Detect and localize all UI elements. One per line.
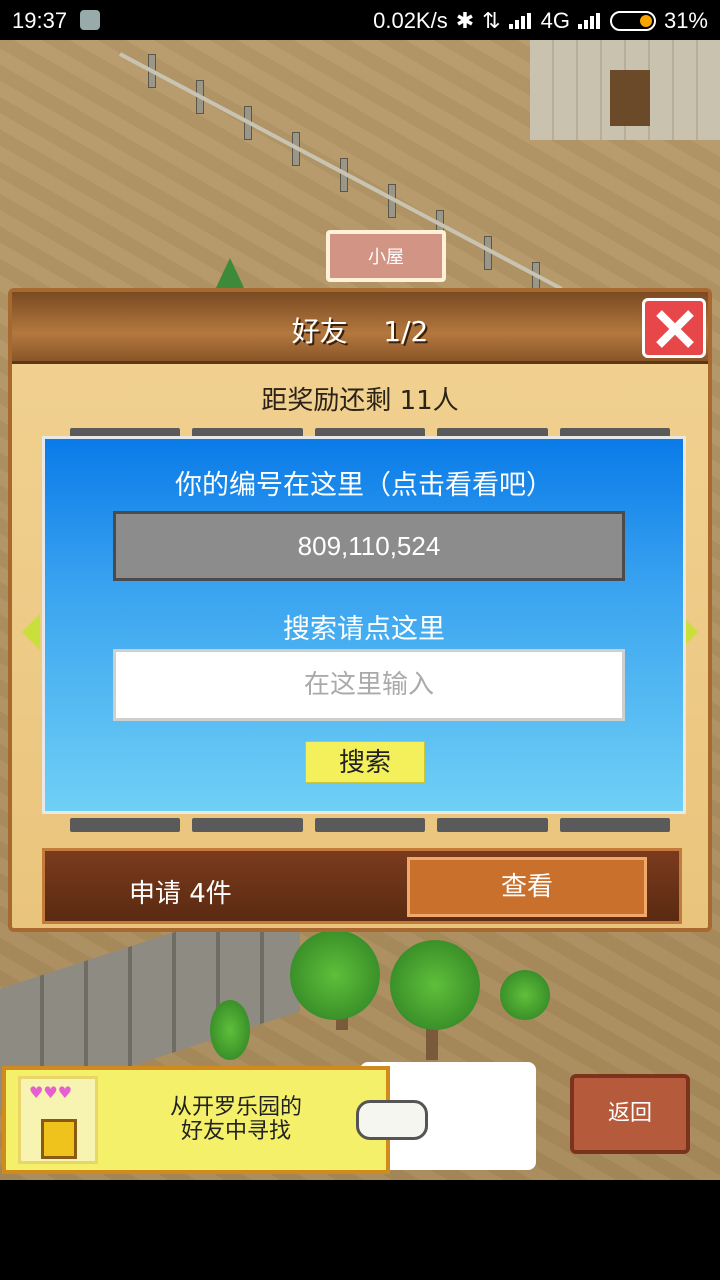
friends-dialog: 好友 1/2 距奖励还剩 11人 你的编号在这里（点击看看吧） 809,110,… <box>8 288 712 932</box>
banner-text: 从开罗乐园的 好友中寻找 <box>136 1096 336 1144</box>
signal-icon-2 <box>577 13 602 29</box>
battery-percent: 31% <box>663 8 708 33</box>
find-friends-banner[interactable]: ♥♥♥ 从开罗乐园的 好友中寻找 <box>2 1066 390 1174</box>
dialog-header: 好友 1/2 <box>12 292 708 364</box>
search-caption: 搜索请点这里 <box>283 614 445 645</box>
search-button[interactable]: 搜索 <box>305 741 425 783</box>
net-speed: 0.02K/s <box>373 8 448 33</box>
user-id-box[interactable]: 809,110,524 <box>113 511 625 581</box>
network-type: 4G <box>540 8 570 33</box>
close-button[interactable] <box>642 298 706 358</box>
house-sign[interactable]: 小屋 <box>326 230 446 282</box>
battery-icon <box>609 11 656 31</box>
prev-page-arrow-icon[interactable] <box>22 614 40 650</box>
palm-tree <box>290 930 380 1020</box>
reward-remaining-text: 距奖励还剩 11人 <box>261 386 459 416</box>
bush <box>500 970 550 1020</box>
request-count-text: 申请 4件 <box>129 879 232 909</box>
status-bar: 19:37 0.02K/s ✱ ⇅ 4G 31% <box>0 0 720 40</box>
slot-row-bottom <box>70 818 671 832</box>
mascot-icon <box>41 1119 77 1159</box>
dialog-page-indicator: 1/2 <box>383 315 429 348</box>
id-caption: 你的编号在这里（点击看看吧） <box>175 470 553 501</box>
notification-icon <box>80 10 100 30</box>
user-id-value: 809,110,524 <box>297 530 441 561</box>
palm-tree <box>390 940 480 1030</box>
tree <box>214 258 246 292</box>
mascot-avatar: ♥♥♥ <box>18 1076 98 1164</box>
bluetooth-icon: ✱ <box>455 8 475 33</box>
status-time: 19:37 <box>12 8 68 33</box>
banner-line-1: 从开罗乐园的 <box>169 1095 302 1120</box>
friend-request-bar: 申请 4件 查看 <box>42 848 682 924</box>
dialog-title-text: 好友 <box>291 315 348 348</box>
status-right: 0.02K/s ✱ ⇅ 4G 31% <box>373 8 708 34</box>
cactus <box>210 1000 250 1060</box>
dialog-title: 好友 1/2 <box>12 310 708 350</box>
signal-icon <box>508 13 533 29</box>
castle-door <box>610 70 650 126</box>
friend-search-panel: 你的编号在这里（点击看看吧） 809,110,524 搜索请点这里 在这里输入 … <box>42 436 686 814</box>
data-transfer-icon: ⇅ <box>482 8 501 33</box>
search-input[interactable]: 在这里输入 <box>113 649 625 721</box>
house-sign-label: 小屋 <box>368 247 404 268</box>
banner-line-2: 好友中寻找 <box>180 1119 291 1144</box>
view-requests-button[interactable]: 查看 <box>407 857 647 917</box>
pointing-hand-icon <box>356 1100 428 1140</box>
hearts-icon: ♥♥♥ <box>29 1083 73 1102</box>
castle-building <box>530 40 720 140</box>
close-icon <box>656 310 694 348</box>
back-button[interactable]: 返回 <box>570 1074 690 1154</box>
